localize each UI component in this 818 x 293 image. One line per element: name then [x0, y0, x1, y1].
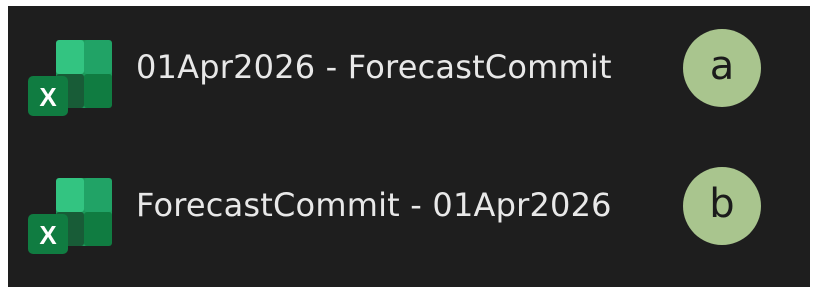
excel-icon: X: [28, 40, 112, 116]
option-badge-b: b: [683, 167, 761, 245]
svg-text:X: X: [39, 82, 57, 112]
file-name: ForecastCommit - 01Apr2026: [136, 186, 612, 224]
file-list-panel: X 01Apr2026 - ForecastCommit a X Forecas…: [8, 6, 810, 287]
file-item[interactable]: X ForecastCommit - 01Apr2026 b: [8, 158, 810, 268]
svg-text:X: X: [39, 220, 57, 250]
file-item[interactable]: X 01Apr2026 - ForecastCommit a: [8, 20, 810, 130]
option-label: a: [709, 43, 735, 89]
file-name: 01Apr2026 - ForecastCommit: [136, 48, 612, 86]
option-badge-a: a: [683, 29, 761, 107]
excel-icon: X: [28, 178, 112, 254]
option-label: b: [709, 181, 735, 227]
